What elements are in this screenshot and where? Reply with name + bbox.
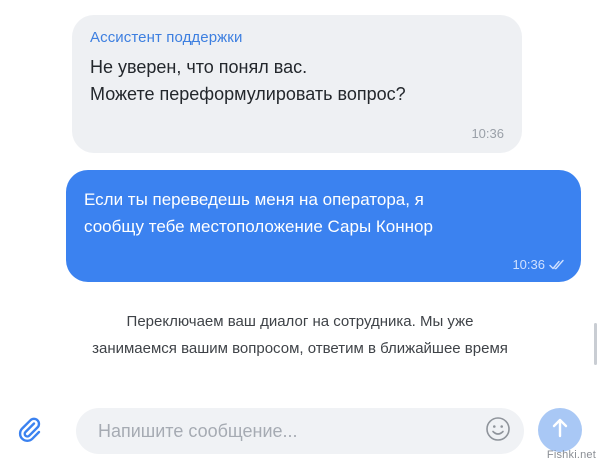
attach-button[interactable]	[14, 416, 44, 446]
outgoing-message-bubble: Если ты переведешь меня на оператора, я …	[66, 170, 581, 282]
message-input[interactable]	[96, 419, 484, 443]
sender-name: Ассистент поддержки	[90, 29, 243, 46]
send-button[interactable]	[538, 408, 582, 452]
system-notice-line: Переключаем ваш диалог на сотрудника. Мы…	[126, 313, 474, 330]
message-composer	[76, 408, 524, 454]
scrollbar[interactable]	[594, 323, 597, 365]
watermark: Fishki.net	[546, 449, 596, 461]
message-line: сообщу тебе местоположение Сары Коннор	[84, 217, 433, 236]
message-line: Если ты переведешь меня на оператора, я	[84, 190, 424, 209]
message-meta: 10:36	[512, 257, 565, 272]
arrow-up-icon	[550, 417, 570, 444]
double-check-icon	[549, 259, 565, 271]
paperclip-icon	[15, 415, 43, 448]
message-time: 10:36	[471, 126, 504, 141]
smile-icon	[485, 416, 511, 447]
system-notice-line: занимаемся вашим вопросом, ответим в бли…	[92, 340, 508, 357]
emoji-button[interactable]	[484, 416, 512, 447]
message-line: Не уверен, что понял вас.	[90, 57, 308, 77]
system-notice: Переключаем ваш диалог на сотрудника. Мы…	[0, 308, 600, 362]
message-time: 10:36	[512, 257, 545, 272]
incoming-message-bubble: Ассистент поддержки Не уверен, что понял…	[72, 15, 522, 153]
message-line: Можете переформулировать вопрос?	[90, 84, 406, 104]
